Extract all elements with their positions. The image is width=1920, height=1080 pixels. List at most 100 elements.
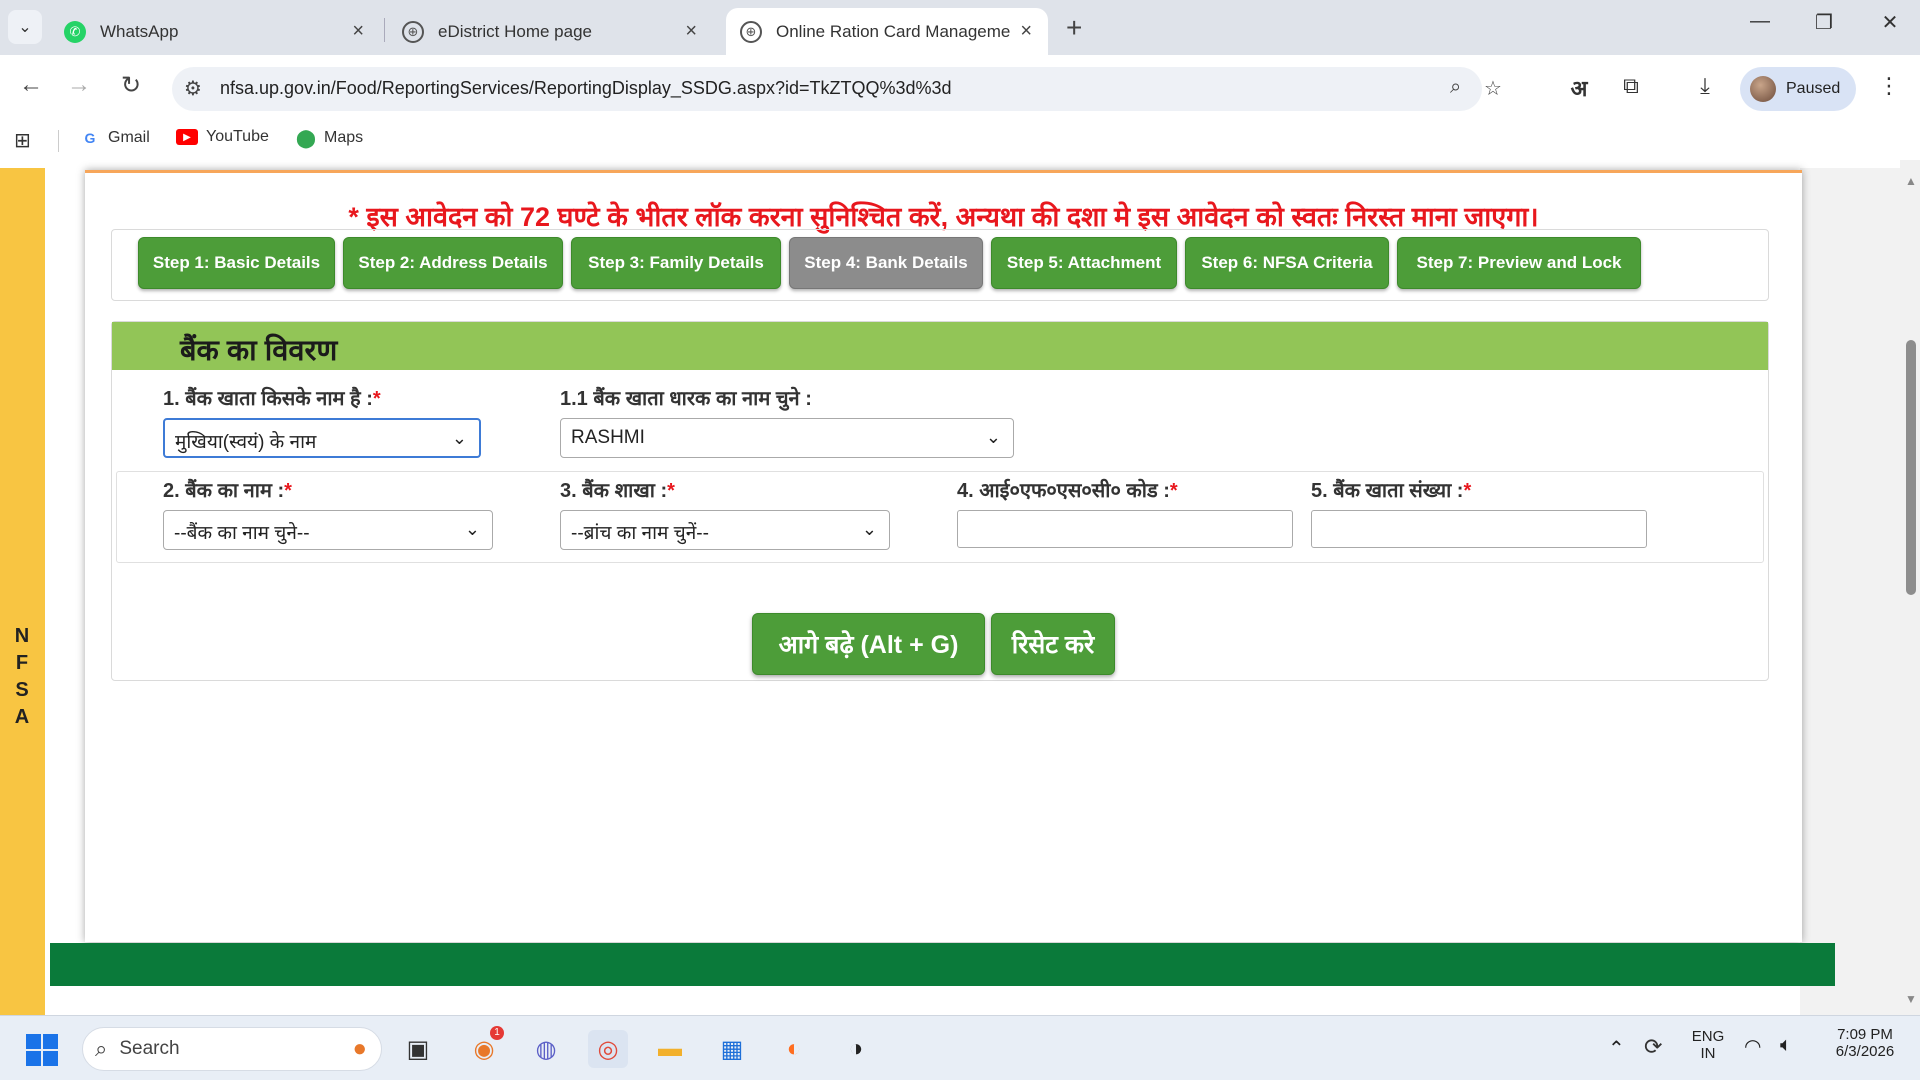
taskbar-search[interactable]: ⌕ Search ● bbox=[82, 1027, 382, 1071]
tab-search-button[interactable]: ⌄ bbox=[8, 10, 42, 44]
close-icon[interactable]: × bbox=[685, 20, 697, 43]
select-value: --ब्रांच का नाम चुनें-- bbox=[571, 523, 709, 544]
google-icon: G bbox=[84, 130, 96, 146]
restore-button[interactable]: ❐ bbox=[1804, 10, 1844, 35]
sync-icon[interactable]: ⟳ bbox=[1644, 1034, 1662, 1060]
account-number-input[interactable] bbox=[1311, 510, 1647, 548]
label-text: 2. बैंक का नाम : bbox=[163, 480, 285, 502]
close-icon[interactable]: × bbox=[352, 20, 364, 43]
bank-name-select[interactable]: --बैंक का नाम चुने-- ⌄ bbox=[163, 510, 493, 550]
ifsc-input[interactable] bbox=[957, 510, 1293, 548]
chevron-down-icon: ⌄ bbox=[18, 19, 32, 36]
search-placeholder: Search bbox=[119, 1038, 180, 1059]
reload-button[interactable]: ↻ bbox=[114, 71, 148, 100]
apps-button[interactable]: ⊞ bbox=[14, 128, 31, 153]
forward-button[interactable]: → bbox=[62, 71, 96, 99]
translate-icon[interactable]: अ bbox=[1562, 73, 1596, 103]
bookmark-gmail[interactable]: G Gmail bbox=[80, 128, 150, 148]
copilot-app-icon[interactable]: ◉ 1 bbox=[464, 1026, 504, 1068]
file-explorer-icon[interactable]: ▬ bbox=[650, 1030, 690, 1068]
avatar bbox=[1750, 76, 1776, 102]
download-icon[interactable]: ⤓ bbox=[1688, 73, 1722, 99]
url-text[interactable]: nfsa.up.gov.in/Food/ReportingServices/Re… bbox=[220, 78, 952, 99]
app-icon[interactable]: ◑ bbox=[836, 1030, 876, 1068]
chevron-down-icon: ⌄ bbox=[451, 428, 467, 448]
close-icon: ✕ bbox=[1881, 12, 1899, 34]
volume-icon[interactable]: 🔈︎ bbox=[1780, 1034, 1792, 1057]
next-button[interactable]: आगे बढ़े (Alt + G) bbox=[752, 613, 985, 675]
tab-title: eDistrict Home page bbox=[438, 21, 593, 41]
apps-grid-icon: ⊞ bbox=[14, 130, 31, 152]
tab-separator bbox=[384, 18, 385, 42]
clock-date: 6/3/2026 bbox=[1835, 1043, 1895, 1060]
right-gutter bbox=[1800, 168, 1900, 1015]
account-number-label: 5. बैंक खाता संख्या :* bbox=[1311, 476, 1471, 503]
step-5-button[interactable]: Step 5: Attachment bbox=[991, 237, 1177, 289]
step-2-button[interactable]: Step 2: Address Details bbox=[343, 237, 563, 289]
bookmark-label: Gmail bbox=[108, 129, 150, 146]
globe-icon: ⊕ bbox=[402, 20, 424, 43]
label-text: 1. बैंक खाता किसके नाम है : bbox=[163, 388, 373, 410]
firefox-icon[interactable]: ◐ bbox=[774, 1030, 814, 1068]
scroll-down-arrow-icon[interactable]: ▼ bbox=[1905, 992, 1917, 1006]
scrollbar-thumb[interactable] bbox=[1906, 340, 1916, 595]
tab-edistrict[interactable]: ⊕ eDistrict Home page × bbox=[388, 8, 713, 55]
step-7-button[interactable]: Step 7: Preview and Lock bbox=[1397, 237, 1641, 289]
nfsa-side-label: N F S A bbox=[12, 623, 32, 731]
account-owner-select[interactable]: मुखिया(स्वयं) के नाम ⌄ bbox=[163, 418, 481, 458]
tab-ration-card[interactable]: ⊕ Online Ration Card Manageme × bbox=[726, 8, 1048, 55]
bookmark-star-icon[interactable]: ☆ bbox=[1484, 76, 1502, 101]
task-view-icon[interactable]: ▣ bbox=[398, 1030, 438, 1068]
required-mark: * bbox=[284, 480, 292, 502]
side-letter: A bbox=[14, 706, 30, 728]
menu-icon[interactable]: ⋮ bbox=[1872, 73, 1906, 99]
back-button[interactable]: ← bbox=[14, 71, 48, 99]
label-text: 5. बैंक खाता संख्या : bbox=[1311, 480, 1464, 502]
bookmark-youtube[interactable]: ▶ YouTube bbox=[176, 128, 269, 146]
close-icon[interactable]: × bbox=[1020, 20, 1032, 43]
profile-status: Paused bbox=[1786, 80, 1841, 97]
tab-whatsapp[interactable]: ✆ WhatsApp × bbox=[50, 8, 380, 55]
arrow-right-icon: → bbox=[67, 71, 91, 98]
profile-button[interactable]: Paused bbox=[1740, 67, 1856, 111]
close-window-button[interactable]: ✕ bbox=[1870, 10, 1910, 35]
page-footer bbox=[50, 943, 1835, 986]
holder-name-select[interactable]: RASHMI ⌄ bbox=[560, 418, 1014, 458]
youtube-icon: ▶ bbox=[176, 129, 198, 145]
zoom-icon[interactable]: ⌕ bbox=[1450, 76, 1461, 99]
label-text: 4. आई०एफ०एस०सी० कोड : bbox=[957, 480, 1170, 502]
language-code: ENG bbox=[1691, 1028, 1725, 1045]
bookmarks-bar: ⊞ G Gmail ▶ YouTube ⬤ Maps bbox=[0, 120, 1920, 160]
step-3-button[interactable]: Step 3: Family Details bbox=[571, 237, 781, 289]
whatsapp-icon: ✆ bbox=[64, 20, 86, 43]
chrome-icon[interactable]: ◎ bbox=[588, 1030, 628, 1068]
branch-label: 3. बैंक शाखा :* bbox=[560, 476, 675, 503]
tray-chevron-icon[interactable]: ⌃ bbox=[1608, 1036, 1625, 1061]
scroll-up-arrow-icon[interactable]: ▲ bbox=[1905, 174, 1917, 188]
reload-icon: ↻ bbox=[120, 72, 142, 99]
chevron-down-icon: ⌄ bbox=[861, 519, 877, 539]
clock[interactable]: 7:09 PM 6/3/2026 bbox=[1820, 1026, 1910, 1060]
wifi-icon[interactable]: ◠ bbox=[1744, 1034, 1761, 1059]
region-code: IN bbox=[1700, 1045, 1716, 1062]
step-4-button[interactable]: Step 4: Bank Details bbox=[789, 237, 983, 289]
site-info-icon[interactable]: ⚙ bbox=[184, 76, 202, 101]
extensions-icon[interactable]: ⧉ bbox=[1614, 73, 1648, 99]
windows-start-icon[interactable] bbox=[26, 1034, 58, 1066]
reset-button[interactable]: रिसेट करे bbox=[991, 613, 1115, 675]
step-6-button[interactable]: Step 6: NFSA Criteria bbox=[1185, 237, 1389, 289]
address-bar[interactable]: ⚙ nfsa.up.gov.in/Food/ReportingServices/… bbox=[172, 67, 1502, 111]
minimize-button[interactable]: — bbox=[1740, 10, 1780, 33]
step-1-button[interactable]: Step 1: Basic Details bbox=[138, 237, 335, 289]
store-icon[interactable]: ▦ bbox=[712, 1030, 752, 1068]
branch-select[interactable]: --ब्रांच का नाम चुनें-- ⌄ bbox=[560, 510, 890, 550]
side-letter: S bbox=[15, 679, 29, 701]
required-mark: * bbox=[1463, 480, 1472, 502]
bookmark-maps[interactable]: ⬤ Maps bbox=[296, 128, 363, 148]
new-tab-button[interactable]: + bbox=[1066, 12, 1082, 44]
language-indicator[interactable]: ENG IN bbox=[1688, 1028, 1728, 1062]
teams-icon[interactable]: ◍ bbox=[526, 1030, 566, 1068]
browser-toolbar: ← → ↻ ⚙ nfsa.up.gov.in/Food/ReportingSer… bbox=[0, 55, 1920, 120]
plus-icon: + bbox=[1066, 12, 1083, 43]
label-text: 3. बैंक शाखा : bbox=[560, 480, 668, 502]
